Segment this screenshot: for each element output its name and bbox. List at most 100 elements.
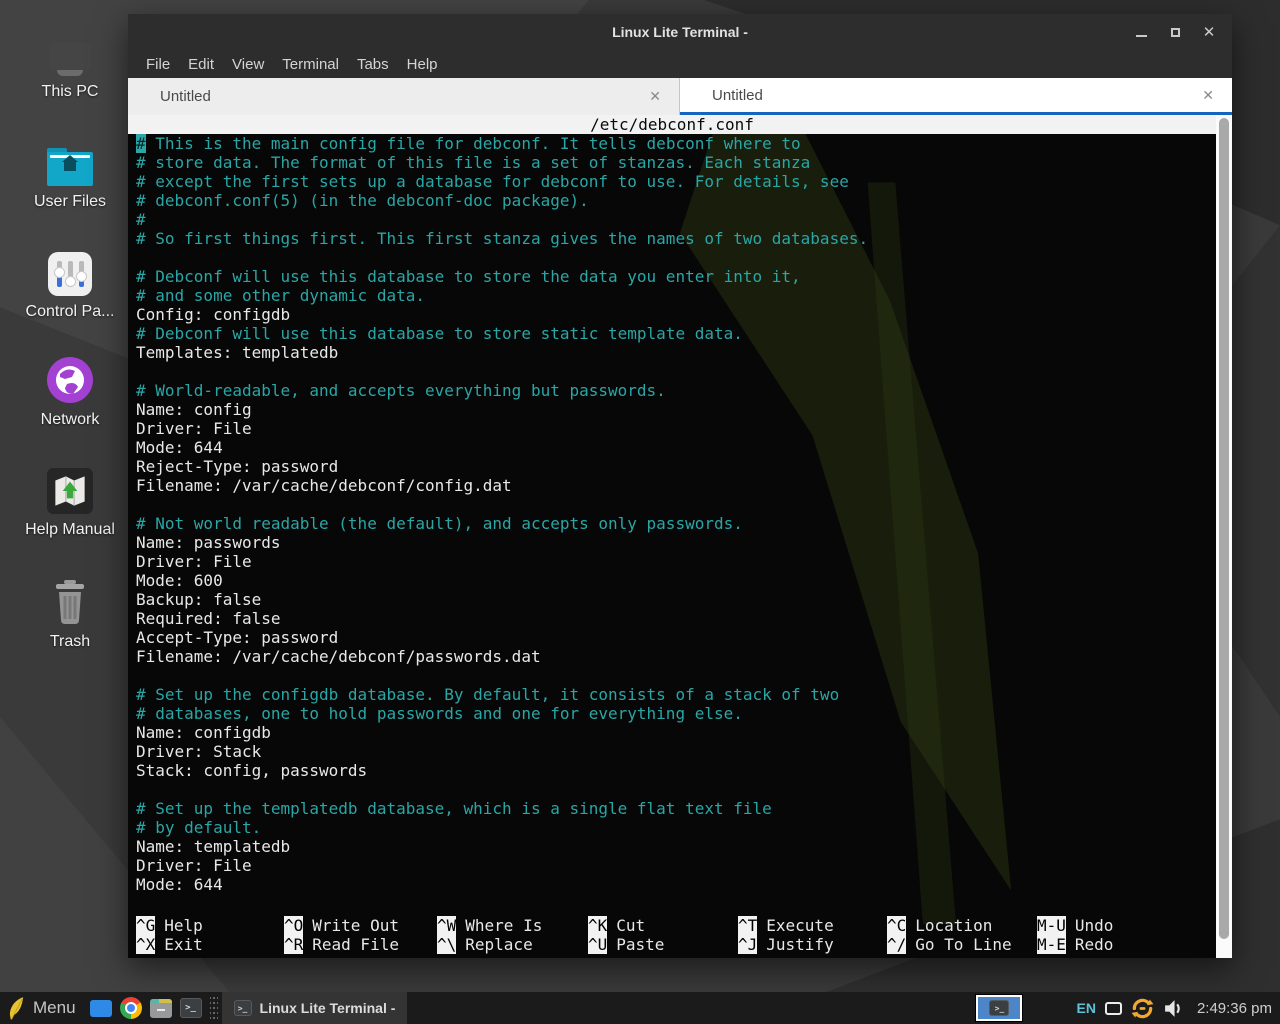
terminal-line: # bbox=[136, 210, 1232, 229]
nano-shortcut: M-UUndo bbox=[1037, 916, 1216, 935]
menu-file[interactable]: File bbox=[137, 56, 179, 73]
terminal-line: Reject-Type: password bbox=[136, 457, 1232, 476]
scrollbar-thumb[interactable] bbox=[1219, 118, 1229, 939]
menu-view[interactable]: View bbox=[223, 56, 273, 73]
nano-shortcut: ^/ Go To Line bbox=[887, 935, 1037, 954]
shortcut-key: ^/ bbox=[887, 935, 906, 954]
nano-titlebar: GNU nano 7.2 /etc/debconf.conf bbox=[128, 115, 1216, 134]
terminal-line: Mode: 644 bbox=[136, 875, 1232, 894]
desktop-icon-network[interactable]: Network bbox=[10, 352, 130, 429]
terminal-line: Filename: /var/cache/debconf/passwords.d… bbox=[136, 647, 1232, 666]
shortcut-label: Go To Line bbox=[915, 935, 1011, 954]
tab-bar: Untitled ✕ Untitled ✕ bbox=[128, 78, 1232, 115]
terminal-line: # store data. The format of this file is… bbox=[136, 153, 1232, 172]
show-desktop-button[interactable] bbox=[86, 992, 116, 1024]
window-title: Linux Lite Terminal - bbox=[128, 24, 1232, 40]
app-menu-button[interactable]: Menu bbox=[0, 992, 86, 1024]
shortcut-key: ^C bbox=[887, 916, 906, 935]
nano-shortcut: ^TExecute bbox=[738, 916, 887, 935]
terminal-line bbox=[136, 248, 1232, 267]
terminal-launcher[interactable]: >_ bbox=[176, 992, 206, 1024]
nano-shortcut-row: ^GHelp^OWrite Out^WWhere Is^KCut^TExecut… bbox=[136, 916, 1216, 935]
terminal-line: Templates: templatedb bbox=[136, 343, 1232, 362]
shortcut-key: ^T bbox=[738, 916, 757, 935]
shortcut-key: ^K bbox=[588, 916, 607, 935]
close-button[interactable]: ✕ bbox=[1196, 20, 1222, 44]
terminal-screen[interactable]: GNU nano 7.2 /etc/debconf.conf # This is… bbox=[128, 115, 1232, 958]
chrome-launcher[interactable] bbox=[116, 992, 146, 1024]
maximize-icon bbox=[1171, 28, 1180, 37]
terminal-line: # databases, one to hold passwords and o… bbox=[136, 704, 1232, 723]
desktop-icon-user-files[interactable]: User Files bbox=[10, 134, 130, 211]
desktop-icon-label: Network bbox=[10, 411, 130, 429]
terminal-line: # except the first sets up a database fo… bbox=[136, 172, 1232, 191]
menu-help[interactable]: Help bbox=[398, 56, 447, 73]
nano-shortcut-row: ^XExit^RRead File^\Replace^UPaste^JJusti… bbox=[136, 935, 1216, 954]
terminal-line: Driver: File bbox=[136, 552, 1232, 571]
terminal-line: Name: config bbox=[136, 400, 1232, 419]
nano-shortcut: ^WWhere Is bbox=[437, 916, 588, 935]
shortcut-key: ^W bbox=[437, 916, 456, 935]
terminal-line bbox=[136, 495, 1232, 514]
tab-close-icon[interactable]: ✕ bbox=[649, 88, 661, 105]
terminal-line: # by default. bbox=[136, 818, 1232, 837]
tab-close-icon[interactable]: ✕ bbox=[1202, 87, 1214, 104]
terminal-line: Driver: Stack bbox=[136, 742, 1232, 761]
shortcut-key: ^G bbox=[136, 916, 155, 935]
shortcut-label: Replace bbox=[465, 935, 532, 954]
terminal-line: # Debconf will use this database to stor… bbox=[136, 324, 1232, 343]
nano-file-path: /etc/debconf.conf bbox=[128, 115, 1216, 134]
terminal-line: Required: false bbox=[136, 609, 1232, 628]
tab-untitled-2[interactable]: Untitled ✕ bbox=[680, 78, 1232, 115]
file-manager-launcher[interactable] bbox=[146, 992, 176, 1024]
minimize-button[interactable] bbox=[1128, 20, 1154, 44]
nano-shortcut: ^RRead File bbox=[284, 935, 437, 954]
menu-button-label: Menu bbox=[33, 998, 76, 1018]
shortcut-key: ^X bbox=[136, 935, 155, 954]
menu-tabs[interactable]: Tabs bbox=[348, 56, 398, 73]
file-manager-icon bbox=[150, 999, 172, 1018]
volume-icon[interactable] bbox=[1163, 998, 1184, 1019]
terminal-line: Backup: false bbox=[136, 590, 1232, 609]
desktop-icon-label: User Files bbox=[10, 193, 130, 211]
desktop-icon-help-manual[interactable]: Help Manual bbox=[10, 462, 130, 539]
terminal-scrollbar[interactable] bbox=[1216, 115, 1232, 958]
nano-shortcut: ^UPaste bbox=[588, 935, 738, 954]
clock[interactable]: 2:49:36 pm bbox=[1197, 1000, 1272, 1017]
shortcut-label: Location bbox=[915, 916, 992, 935]
menu-edit[interactable]: Edit bbox=[179, 56, 223, 73]
shortcut-key: ^\ bbox=[437, 935, 456, 954]
shortcut-label: Justify bbox=[766, 935, 833, 954]
desktop-icon-trash[interactable]: Trash bbox=[10, 574, 130, 651]
help-manual-icon bbox=[10, 462, 130, 514]
shortcut-label: Write Out bbox=[312, 916, 399, 935]
menu-bar: File Edit View Terminal Tabs Help bbox=[128, 50, 1232, 78]
nano-footer: ^GHelp^OWrite Out^WWhere Is^KCut^TExecut… bbox=[136, 916, 1216, 954]
maximize-button[interactable] bbox=[1162, 20, 1188, 44]
screen-tray-icon[interactable] bbox=[1105, 1002, 1122, 1015]
workspace-pager[interactable]: >_ bbox=[976, 995, 1022, 1021]
shortcut-label: Read File bbox=[312, 935, 399, 954]
terminal-line: Accept-Type: password bbox=[136, 628, 1232, 647]
window-titlebar[interactable]: Linux Lite Terminal - ✕ bbox=[128, 14, 1232, 50]
terminal-line: Name: templatedb bbox=[136, 837, 1232, 856]
terminal-line: # World-readable, and accepts everything… bbox=[136, 381, 1232, 400]
terminal-window: Linux Lite Terminal - ✕ File Edit View T… bbox=[128, 14, 1232, 958]
terminal-icon: >_ bbox=[989, 1000, 1009, 1016]
terminal-line: Mode: 644 bbox=[136, 438, 1232, 457]
menu-terminal[interactable]: Terminal bbox=[273, 56, 348, 73]
desktop-icon-label: This PC bbox=[10, 83, 130, 101]
taskbar-window-label: Linux Lite Terminal - bbox=[260, 1000, 396, 1016]
terminal-line: # This is the main config file for debco… bbox=[136, 134, 1232, 153]
update-manager-icon[interactable] bbox=[1131, 997, 1154, 1020]
linux-lite-feather-icon bbox=[8, 996, 25, 1021]
desktop-icon-control-panel[interactable]: Control Pa... bbox=[10, 244, 130, 321]
tab-untitled-1[interactable]: Untitled ✕ bbox=[128, 78, 680, 115]
nano-shortcut: ^JJustify bbox=[738, 935, 887, 954]
taskbar-window-button[interactable]: >_ Linux Lite Terminal - bbox=[222, 992, 408, 1024]
desktop-icon-this-pc[interactable]: This PC bbox=[10, 24, 130, 101]
terminal-line: # Debconf will use this database to stor… bbox=[136, 267, 1232, 286]
terminal-line: Name: passwords bbox=[136, 533, 1232, 552]
keyboard-layout-indicator[interactable]: EN bbox=[1076, 1000, 1095, 1016]
nano-shortcut: M-ERedo bbox=[1037, 935, 1216, 954]
